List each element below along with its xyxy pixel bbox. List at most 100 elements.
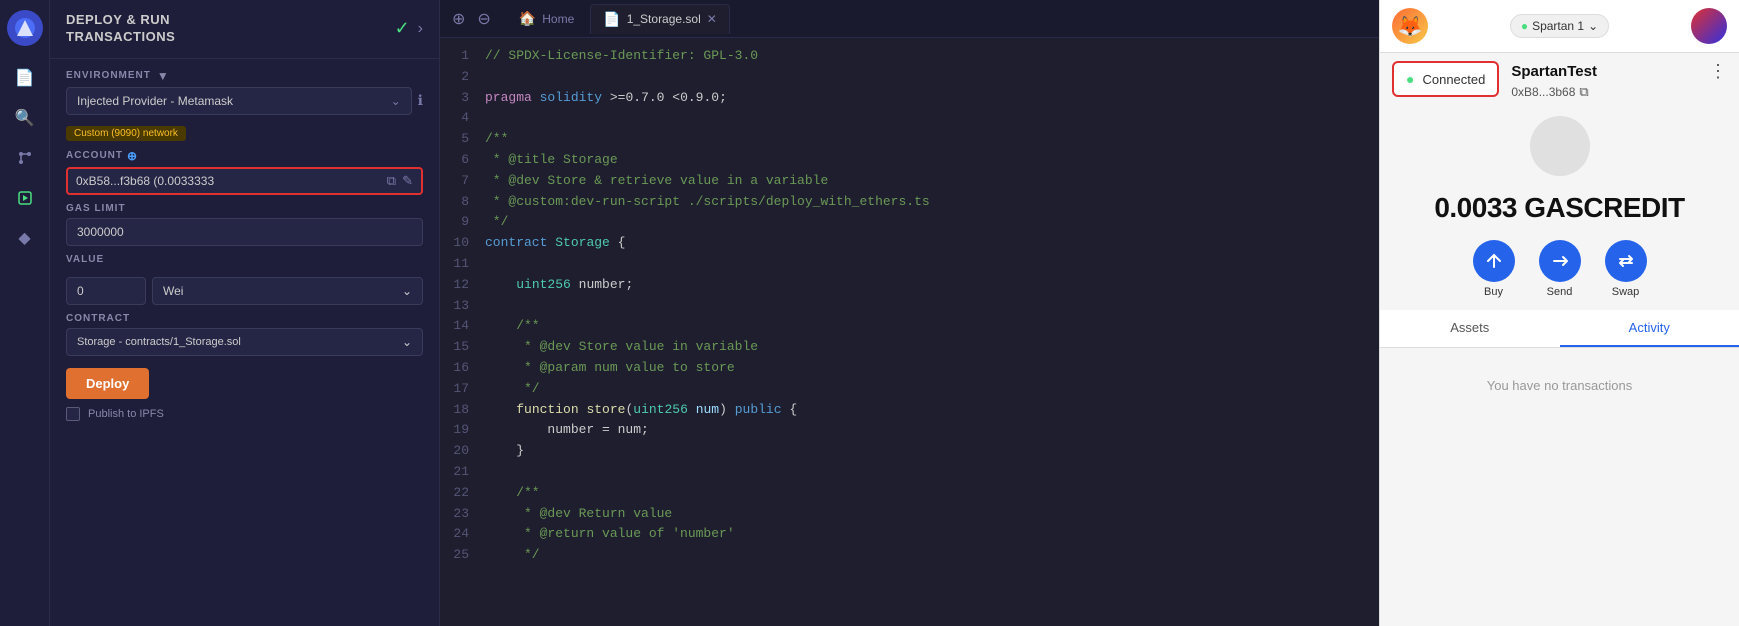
account-info-icon[interactable]: ⊕ (127, 149, 138, 163)
value-input[interactable] (66, 277, 146, 305)
file-icon: 📄 (603, 11, 620, 28)
code-editor: ⊕ ⊖ 🏠 Home 📄 1_Storage.sol ✕ 1// SPDX-Li… (440, 0, 1379, 626)
code-line: 20 } (440, 441, 1379, 462)
account-address: 0xB8...3b68 (1511, 85, 1575, 99)
deploy-icon[interactable] (9, 182, 41, 214)
deploy-panel: DEPLOY & RUNTRANSACTIONS ✓ › ENVIRONMENT… (50, 0, 440, 626)
publish-checkbox[interactable] (66, 407, 80, 421)
code-line: 18 function store(uint256 num) public { (440, 400, 1379, 421)
tab-storage-sol[interactable]: 📄 1_Storage.sol ✕ (590, 4, 730, 34)
more-options-button[interactable]: ⋮ (1709, 61, 1727, 82)
connected-label: Connected (1422, 72, 1485, 87)
code-line: 17 */ (440, 379, 1379, 400)
network-selector[interactable]: ● Spartan 1 ⌄ (1510, 14, 1609, 38)
tab-assets[interactable]: Assets (1380, 310, 1560, 347)
code-line: 14 /** (440, 316, 1379, 337)
gas-limit-label: GAS LIMIT (66, 203, 423, 214)
deploy-button[interactable]: Deploy (66, 368, 149, 399)
code-line: 23 * @dev Return value (440, 504, 1379, 525)
unit-select[interactable]: Wei ⌄ (152, 277, 423, 305)
metamask-panel: 🦊 ● Spartan 1 ⌄ ● Connected SpartanTest … (1379, 0, 1739, 626)
home-icon: 🏠 (519, 10, 536, 27)
code-line: 9 */ (440, 212, 1379, 233)
swap-icon (1605, 240, 1647, 282)
address-row: 0xB8...3b68 ⧉ (1507, 84, 1727, 100)
no-transactions-message: You have no transactions (1380, 348, 1739, 423)
chevron-contract-icon: ⌄ (402, 335, 412, 349)
balance-amount: 0.0033 GASCREDIT (1434, 192, 1684, 223)
git-icon[interactable] (9, 142, 41, 174)
contract-label: CONTRACT (66, 313, 423, 324)
tab-home[interactable]: 🏠 Home (507, 4, 586, 33)
network-status-dot: ● (1521, 19, 1528, 33)
search-icon[interactable]: 🔍 (9, 102, 41, 134)
value-label-row: VALUE (50, 254, 439, 277)
tab-activity[interactable]: Activity (1560, 310, 1739, 347)
code-line: 2 (440, 67, 1379, 88)
code-line: 3pragma solidity >=0.7.0 <0.9.0; (440, 88, 1379, 109)
code-line: 25 */ (440, 545, 1379, 566)
code-line: 5/** (440, 129, 1379, 150)
user-avatar[interactable] (1691, 8, 1727, 44)
environment-row: Injected Provider - Metamask ⌄ ℹ (50, 87, 439, 123)
account-address: 0xB58...f3b68 (0.0033333 (76, 174, 381, 188)
filter-icon: ▼ (157, 69, 170, 83)
sidebar: 📄 🔍 ◆ (0, 0, 50, 626)
deploy-title: DEPLOY & RUNTRANSACTIONS (66, 12, 175, 46)
arrow-right-icon[interactable]: › (418, 20, 423, 38)
network-name: Spartan 1 (1532, 19, 1584, 33)
plugin-icon[interactable]: ◆ (9, 222, 41, 254)
value-row: Wei ⌄ (50, 277, 439, 313)
code-line: 6 * @title Storage (440, 150, 1379, 171)
publish-row: Publish to IPFS (50, 407, 439, 421)
environment-select[interactable]: Injected Provider - Metamask ⌄ (66, 87, 412, 115)
buy-label: Buy (1484, 286, 1503, 298)
buy-button[interactable]: Buy (1473, 240, 1515, 298)
tab-close-button[interactable]: ✕ (707, 12, 717, 26)
code-line: 8 * @custom:dev-run-script ./scripts/dep… (440, 192, 1379, 213)
code-line: 11 (440, 254, 1379, 275)
copy-address-icon[interactable]: ⧉ (1579, 84, 1588, 100)
code-line: 15 * @dev Store value in variable (440, 337, 1379, 358)
swap-button[interactable]: Swap (1605, 240, 1647, 298)
code-content: 1// SPDX-License-Identifier: GPL-3.0 2 3… (440, 38, 1379, 626)
code-line: 7 * @dev Store & retrieve value in a var… (440, 171, 1379, 192)
deploy-header-icons: ✓ › (395, 18, 423, 39)
mm-tabs: Assets Activity (1380, 310, 1739, 348)
gas-limit-input[interactable] (66, 218, 423, 246)
code-line: 24 * @return value of 'number' (440, 524, 1379, 545)
zoom-in-button[interactable]: ⊕ (448, 7, 469, 31)
account-avatar-circle (1530, 116, 1590, 176)
code-line: 19 number = num; (440, 420, 1379, 441)
code-line: 12 uint256 number; (440, 275, 1379, 296)
files-icon[interactable]: 📄 (9, 62, 41, 94)
account-box: 0xB58...f3b68 (0.0033333 ⧉ ✎ (66, 167, 423, 195)
account-name: SpartanTest (1511, 63, 1597, 80)
network-chevron-icon: ⌄ (1588, 19, 1598, 33)
code-line: 10contract Storage { (440, 233, 1379, 254)
code-line: 13 (440, 296, 1379, 317)
connected-box: ● Connected (1392, 61, 1499, 97)
chevron-down-icon: ⌄ (391, 94, 401, 108)
account-section: SpartanTest ⋮ (1507, 61, 1727, 84)
action-buttons: Buy Send Swap (1380, 236, 1739, 310)
send-button[interactable]: Send (1539, 240, 1581, 298)
metamask-fox-icon: 🦊 (1392, 8, 1428, 44)
copy-account-button[interactable]: ⧉ (387, 173, 396, 189)
contract-select[interactable]: Storage - contracts/1_Storage.sol ⌄ (66, 328, 423, 356)
code-line: 21 (440, 462, 1379, 483)
code-line: 22 /** (440, 483, 1379, 504)
account-label: ACCOUNT ⊕ (66, 149, 423, 163)
zoom-out-button[interactable]: ⊖ (473, 7, 494, 31)
gas-limit-row: GAS LIMIT (50, 203, 439, 254)
edit-account-button[interactable]: ✎ (402, 173, 413, 189)
publish-label: Publish to IPFS (88, 408, 164, 420)
editor-tabs: ⊕ ⊖ 🏠 Home 📄 1_Storage.sol ✕ (440, 0, 1379, 38)
network-badge: Custom (9090) network (66, 126, 186, 141)
code-line: 1// SPDX-License-Identifier: GPL-3.0 (440, 46, 1379, 67)
info-icon[interactable]: ℹ (418, 92, 423, 109)
account-row: ACCOUNT ⊕ 0xB58...f3b68 (0.0033333 ⧉ ✎ (50, 149, 439, 203)
check-icon: ✓ (395, 18, 410, 39)
zoom-controls: ⊕ ⊖ (448, 7, 495, 31)
swap-label: Swap (1612, 286, 1640, 298)
